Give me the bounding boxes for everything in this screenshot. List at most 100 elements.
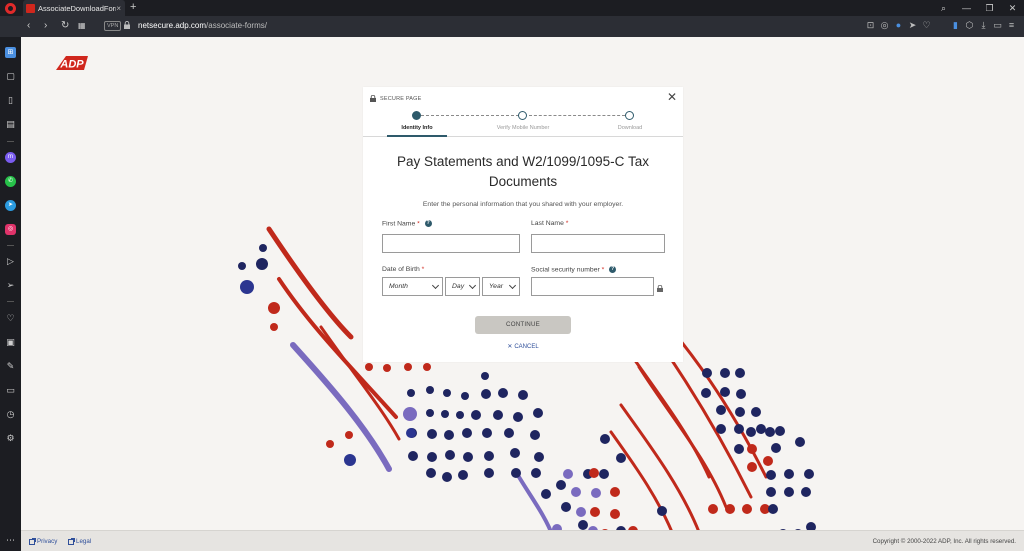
lock-icon [370,95,376,102]
browser-tab-bar: AssociateDownloadForms × + ⌕ — ❐ ✕ [0,0,1024,16]
required-marker: * [417,220,420,228]
legal-link-label: Legal [76,538,92,545]
send-icon[interactable]: ➤ [908,20,917,31]
heart-icon[interactable]: ♡ [922,20,931,31]
address-bar: ‹ › ↻ ▦ VPN netsecure.adp.com/associate-… [0,16,1024,37]
required-marker: * [421,266,425,273]
browser-sidebar: ⊞ ▢ ▯ ▤ m ✆ ➤ ◎ ▷ ➢ ♡ ▣ ✎ ▭ ◷ ⚙ ⋯ [0,37,21,551]
cancel-link[interactable]: ✕ CANCEL [363,343,683,350]
pinboard-icon[interactable]: ▣ [5,337,16,348]
step-label-verify: Verify Mobile Number [496,125,550,131]
dialog-title-line2: Documents [488,174,558,189]
speed-dial-icon[interactable]: ⊞ [5,47,16,58]
forward-icon[interactable]: › [44,20,47,31]
continue-button[interactable]: CONTINUE [475,316,571,334]
adp-favicon-icon [26,3,35,13]
more-icon[interactable]: ⋯ [5,535,16,546]
birth-year-select[interactable]: Year [482,277,520,296]
instagram-icon[interactable]: ◎ [5,224,16,235]
whatsapp-icon[interactable]: ✆ [5,176,16,187]
first-name-label: First Name * ? [382,220,432,227]
page-footer: Privacy Legal Copyright © 2000-2022 ADP,… [21,530,1024,551]
camera-icon[interactable]: ◎ [880,20,889,31]
bag-icon[interactable]: ▢ [5,71,16,82]
step-label-download: Download [617,125,643,131]
send-icon[interactable]: ➢ [5,280,16,291]
sidebar-divider [7,141,14,142]
birth-day-value: Day [452,283,465,290]
easy-setup-icon[interactable]: ▭ [993,20,1002,31]
info-icon[interactable]: ? [609,266,617,273]
messenger-icon[interactable]: m [5,152,16,163]
dialog-title: Pay Statements and W2/1099/1095-C Tax Do… [363,152,683,192]
book-icon[interactable]: ▯ [5,95,16,106]
close-window-button[interactable]: ✕ [1001,3,1024,14]
briefcase-icon[interactable]: ▤ [5,119,16,130]
date-of-birth-label-text: Date of Birth [382,266,420,273]
heart-icon[interactable]: ♡ [5,313,16,324]
close-dialog-button[interactable]: ✕ [667,91,677,103]
required-marker: * [601,266,605,274]
birth-month-select[interactable]: Month [382,277,443,296]
last-name-input[interactable] [531,234,665,253]
player-icon[interactable]: ▷ [5,256,16,267]
menu-icon[interactable]: ≡ [1007,20,1016,31]
ssn-label: Social security number * ? [531,266,617,274]
back-icon[interactable]: ‹ [27,20,30,31]
sidebar-divider [7,245,14,246]
active-step-underline [387,135,447,137]
opera-menu-icon[interactable] [5,3,16,14]
minimize-button[interactable]: — [955,3,978,13]
required-marker: * [565,220,569,227]
first-name-label-text: First Name [382,220,416,228]
telegram-icon[interactable]: ➤ [5,200,16,211]
birth-day-select[interactable]: Day [445,277,480,296]
speed-dial-icon[interactable]: ▦ [78,21,86,30]
tab-title: AssociateDownloadForms [38,3,116,13]
tab-search-icon[interactable]: ⌕ [932,3,955,14]
last-name-label-text: Last Name [531,220,564,227]
restore-button[interactable]: ❐ [978,3,1001,14]
tabs-icon[interactable]: ▭ [5,385,16,396]
url-path: /associate-forms/ [206,21,267,30]
privacy-link[interactable]: Privacy [29,537,58,545]
progress-stepper: Identity Info Verify Mobile Number Downl… [363,109,683,137]
privacy-link-label: Privacy [37,538,58,545]
download-forms-dialog: SECURE PAGE ✕ Identity Info Verify Mobil… [363,87,683,362]
settings-icon[interactable]: ⚙ [5,433,16,444]
browser-tab[interactable]: AssociateDownloadForms × [23,0,125,16]
legal-link[interactable]: Legal [68,537,92,545]
tab-close-icon[interactable]: × [116,4,125,13]
external-link-icon [29,537,36,545]
shield-icon[interactable]: ● [894,20,903,31]
sidebar-divider [7,301,14,302]
address-bar-tools: ⊡ ◎ ● ➤ ♡ ▮ ⬡ ⤓ ▭ ≡ [866,20,1016,31]
dialog-title-line1: Pay Statements and W2/1099/1095-C Tax [397,154,649,169]
step-dot-identity [412,111,421,120]
cube-icon[interactable]: ⬡ [965,20,974,31]
snap-icon[interactable]: ⊡ [866,20,875,31]
step-dot-download [625,111,634,120]
copyright-text: Copyright © 2000-2022 ADP, Inc. All righ… [872,538,1016,545]
ssn-label-text: Social security number [531,266,600,274]
edit-icon[interactable]: ✎ [5,361,16,372]
chevron-down-icon [508,281,517,289]
reload-icon[interactable]: ↻ [61,20,69,31]
window-controls: ⌕ — ❐ ✕ [932,0,1024,16]
battery-saver-icon[interactable]: ▮ [951,20,960,31]
info-icon[interactable]: ? [424,220,432,227]
lock-icon [124,21,130,29]
step-label-identity: Identity Info [401,125,433,131]
birth-month-value: Month [389,283,408,290]
date-of-birth-label: Date of Birth * [382,266,424,273]
ssn-input[interactable] [531,277,654,296]
url-field[interactable]: netsecure.adp.com/associate-forms/ [138,21,267,30]
first-name-input[interactable] [382,234,520,253]
new-tab-button[interactable]: + [130,1,136,13]
download-icon[interactable]: ⤓ [979,20,988,31]
vpn-badge[interactable]: VPN [104,21,122,31]
history-icon[interactable]: ◷ [5,409,16,420]
dialog-subtitle: Enter the personal information that you … [422,201,624,208]
secure-page-label: SECURE PAGE [380,95,422,102]
cancel-link-label: CANCEL [514,344,539,350]
